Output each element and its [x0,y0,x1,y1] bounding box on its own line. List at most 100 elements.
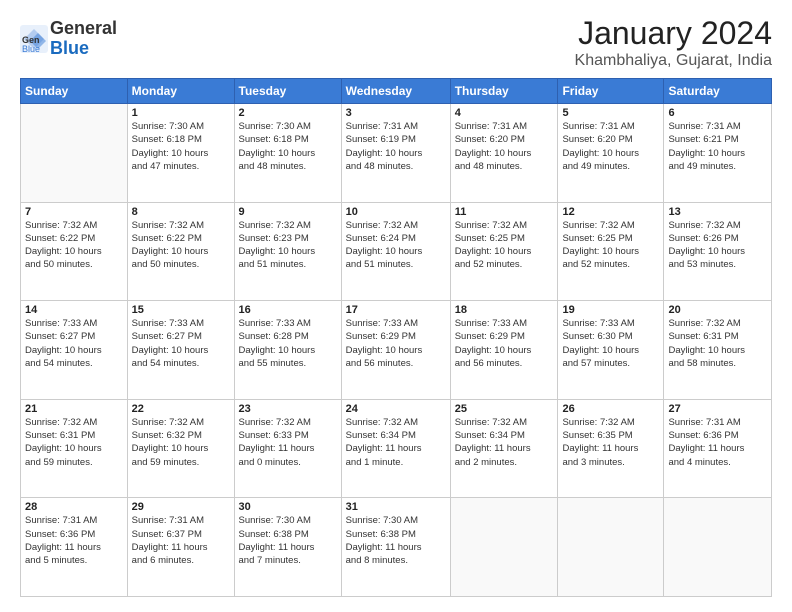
title-block: January 2024 Khambhaliya, Gujarat, India [575,15,772,70]
day-info: Sunrise: 7:32 AM Sunset: 6:35 PM Dayligh… [562,416,659,469]
dow-header-tuesday: Tuesday [234,79,341,104]
day-info: Sunrise: 7:31 AM Sunset: 6:37 PM Dayligh… [132,514,230,567]
calendar-cell: 31Sunrise: 7:30 AM Sunset: 6:38 PM Dayli… [341,498,450,597]
day-info: Sunrise: 7:31 AM Sunset: 6:21 PM Dayligh… [668,120,767,173]
day-number: 25 [455,403,554,415]
day-number: 31 [346,501,446,513]
dow-header-saturday: Saturday [664,79,772,104]
logo-text: General Blue [50,19,117,59]
week-row: 21Sunrise: 7:32 AM Sunset: 6:31 PM Dayli… [21,399,772,498]
day-number: 7 [25,206,123,218]
day-info: Sunrise: 7:32 AM Sunset: 6:25 PM Dayligh… [455,219,554,272]
logo: Gen Blue General Blue [20,19,117,59]
calendar-cell: 17Sunrise: 7:33 AM Sunset: 6:29 PM Dayli… [341,301,450,400]
calendar-cell: 13Sunrise: 7:32 AM Sunset: 6:26 PM Dayli… [664,202,772,301]
day-info: Sunrise: 7:32 AM Sunset: 6:32 PM Dayligh… [132,416,230,469]
day-number: 21 [25,403,123,415]
day-number: 2 [239,107,337,119]
week-row: 1Sunrise: 7:30 AM Sunset: 6:18 PM Daylig… [21,104,772,203]
day-info: Sunrise: 7:32 AM Sunset: 6:34 PM Dayligh… [455,416,554,469]
calendar-cell [664,498,772,597]
calendar-cell: 21Sunrise: 7:32 AM Sunset: 6:31 PM Dayli… [21,399,128,498]
day-info: Sunrise: 7:32 AM Sunset: 6:25 PM Dayligh… [562,219,659,272]
day-info: Sunrise: 7:31 AM Sunset: 6:19 PM Dayligh… [346,120,446,173]
calendar-cell: 24Sunrise: 7:32 AM Sunset: 6:34 PM Dayli… [341,399,450,498]
dow-header-monday: Monday [127,79,234,104]
day-number: 16 [239,304,337,316]
day-number: 27 [668,403,767,415]
dow-header-wednesday: Wednesday [341,79,450,104]
day-info: Sunrise: 7:31 AM Sunset: 6:36 PM Dayligh… [668,416,767,469]
calendar-cell [450,498,558,597]
day-number: 3 [346,107,446,119]
calendar-cell: 14Sunrise: 7:33 AM Sunset: 6:27 PM Dayli… [21,301,128,400]
calendar-cell: 25Sunrise: 7:32 AM Sunset: 6:34 PM Dayli… [450,399,558,498]
day-number: 17 [346,304,446,316]
day-info: Sunrise: 7:31 AM Sunset: 6:36 PM Dayligh… [25,514,123,567]
logo-line2: Blue [50,39,117,59]
calendar: SundayMondayTuesdayWednesdayThursdayFrid… [20,78,772,597]
day-info: Sunrise: 7:30 AM Sunset: 6:38 PM Dayligh… [239,514,337,567]
header: Gen Blue General Blue January 2024 Khamb… [20,15,772,70]
day-number: 9 [239,206,337,218]
day-number: 23 [239,403,337,415]
day-info: Sunrise: 7:31 AM Sunset: 6:20 PM Dayligh… [455,120,554,173]
calendar-cell: 9Sunrise: 7:32 AM Sunset: 6:23 PM Daylig… [234,202,341,301]
dow-header-sunday: Sunday [21,79,128,104]
day-info: Sunrise: 7:30 AM Sunset: 6:18 PM Dayligh… [132,120,230,173]
day-info: Sunrise: 7:32 AM Sunset: 6:34 PM Dayligh… [346,416,446,469]
calendar-cell: 5Sunrise: 7:31 AM Sunset: 6:20 PM Daylig… [558,104,664,203]
location-title: Khambhaliya, Gujarat, India [575,52,772,70]
calendar-cell: 2Sunrise: 7:30 AM Sunset: 6:18 PM Daylig… [234,104,341,203]
day-info: Sunrise: 7:33 AM Sunset: 6:29 PM Dayligh… [346,317,446,370]
calendar-cell [21,104,128,203]
calendar-cell: 27Sunrise: 7:31 AM Sunset: 6:36 PM Dayli… [664,399,772,498]
day-number: 18 [455,304,554,316]
calendar-cell: 23Sunrise: 7:32 AM Sunset: 6:33 PM Dayli… [234,399,341,498]
calendar-cell: 4Sunrise: 7:31 AM Sunset: 6:20 PM Daylig… [450,104,558,203]
calendar-cell: 16Sunrise: 7:33 AM Sunset: 6:28 PM Dayli… [234,301,341,400]
calendar-cell: 29Sunrise: 7:31 AM Sunset: 6:37 PM Dayli… [127,498,234,597]
dow-header-friday: Friday [558,79,664,104]
logo-icon: Gen Blue [20,25,48,53]
day-number: 29 [132,501,230,513]
day-info: Sunrise: 7:32 AM Sunset: 6:26 PM Dayligh… [668,219,767,272]
day-info: Sunrise: 7:32 AM Sunset: 6:33 PM Dayligh… [239,416,337,469]
day-info: Sunrise: 7:32 AM Sunset: 6:31 PM Dayligh… [25,416,123,469]
day-number: 5 [562,107,659,119]
week-row: 28Sunrise: 7:31 AM Sunset: 6:36 PM Dayli… [21,498,772,597]
day-info: Sunrise: 7:32 AM Sunset: 6:24 PM Dayligh… [346,219,446,272]
week-row: 14Sunrise: 7:33 AM Sunset: 6:27 PM Dayli… [21,301,772,400]
dow-header-thursday: Thursday [450,79,558,104]
calendar-cell: 18Sunrise: 7:33 AM Sunset: 6:29 PM Dayli… [450,301,558,400]
day-number: 20 [668,304,767,316]
calendar-cell: 28Sunrise: 7:31 AM Sunset: 6:36 PM Dayli… [21,498,128,597]
calendar-cell: 1Sunrise: 7:30 AM Sunset: 6:18 PM Daylig… [127,104,234,203]
day-info: Sunrise: 7:32 AM Sunset: 6:22 PM Dayligh… [25,219,123,272]
calendar-cell: 6Sunrise: 7:31 AM Sunset: 6:21 PM Daylig… [664,104,772,203]
day-number: 8 [132,206,230,218]
day-number: 10 [346,206,446,218]
day-info: Sunrise: 7:32 AM Sunset: 6:23 PM Dayligh… [239,219,337,272]
day-info: Sunrise: 7:33 AM Sunset: 6:29 PM Dayligh… [455,317,554,370]
day-number: 26 [562,403,659,415]
day-number: 12 [562,206,659,218]
calendar-cell [558,498,664,597]
day-number: 30 [239,501,337,513]
logo-line1: General [50,19,117,39]
day-number: 11 [455,206,554,218]
calendar-cell: 30Sunrise: 7:30 AM Sunset: 6:38 PM Dayli… [234,498,341,597]
day-info: Sunrise: 7:33 AM Sunset: 6:28 PM Dayligh… [239,317,337,370]
day-info: Sunrise: 7:32 AM Sunset: 6:31 PM Dayligh… [668,317,767,370]
calendar-cell: 7Sunrise: 7:32 AM Sunset: 6:22 PM Daylig… [21,202,128,301]
day-info: Sunrise: 7:32 AM Sunset: 6:22 PM Dayligh… [132,219,230,272]
day-number: 4 [455,107,554,119]
day-info: Sunrise: 7:30 AM Sunset: 6:18 PM Dayligh… [239,120,337,173]
calendar-cell: 10Sunrise: 7:32 AM Sunset: 6:24 PM Dayli… [341,202,450,301]
calendar-cell: 22Sunrise: 7:32 AM Sunset: 6:32 PM Dayli… [127,399,234,498]
calendar-cell: 8Sunrise: 7:32 AM Sunset: 6:22 PM Daylig… [127,202,234,301]
calendar-cell: 3Sunrise: 7:31 AM Sunset: 6:19 PM Daylig… [341,104,450,203]
calendar-cell: 15Sunrise: 7:33 AM Sunset: 6:27 PM Dayli… [127,301,234,400]
month-title: January 2024 [575,15,772,52]
calendar-cell: 19Sunrise: 7:33 AM Sunset: 6:30 PM Dayli… [558,301,664,400]
